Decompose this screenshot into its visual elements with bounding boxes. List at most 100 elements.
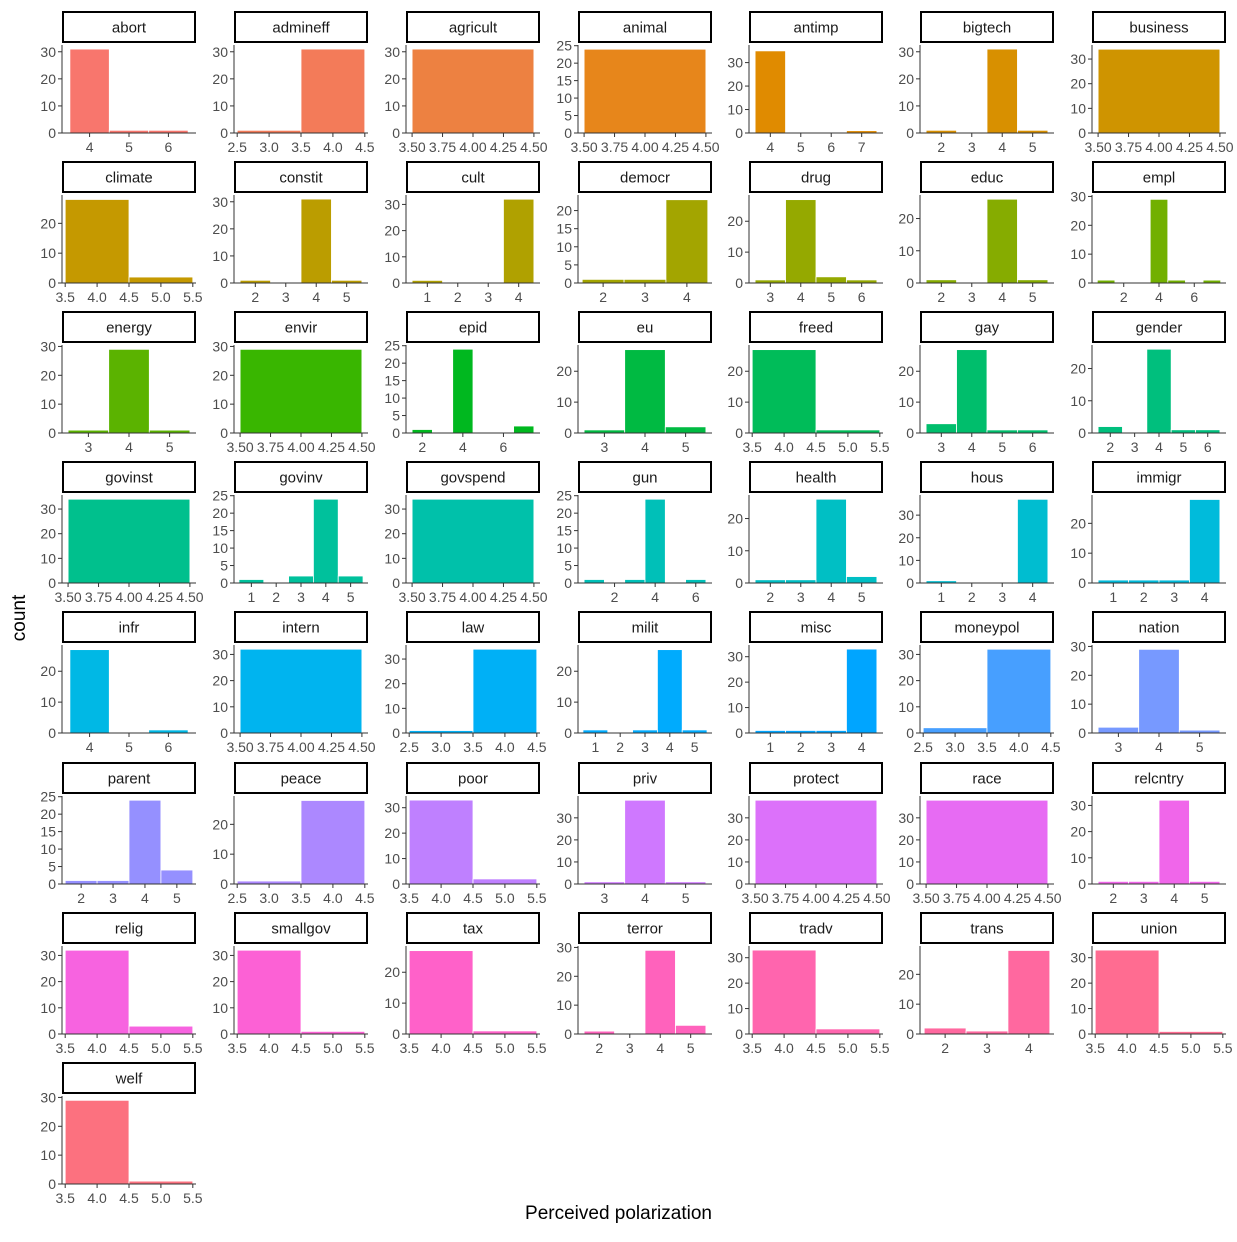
y-tick-label: 10 [898, 552, 914, 568]
facet-panel-eu: eu 0 10 20 3 4 5 [556, 311, 712, 455]
y-tick-label: 0 [48, 876, 56, 892]
y-tick-label: 20 [556, 663, 572, 679]
x-tick-label: 3.5 [742, 1040, 762, 1056]
y-tick-label: 15 [556, 221, 572, 237]
facet-panel-relig: relig01020303.5 4.0 4.5 5.0 5.5 [40, 912, 203, 1056]
x-tick-label: 4.0 [1117, 1040, 1137, 1056]
x-tick-label: 1 [423, 289, 431, 305]
facet-panel-educ: educ 0 10 20 2 3 4 5 [898, 161, 1054, 305]
x-tick-label: 3 [626, 1040, 634, 1056]
x-tick-label: 4 [998, 289, 1006, 305]
y-tick-label: 5 [564, 257, 572, 273]
y-tick-label: 0 [906, 425, 914, 441]
facet-strip-label: relcntry [1134, 771, 1184, 788]
histogram-bar [754, 50, 786, 134]
x-tick-label: 3 [797, 589, 805, 605]
facet-panel-law: law01020302.5 3.0 3.5 4.0 4.5 [384, 611, 547, 755]
x-tick-label: 4.5 [806, 1040, 826, 1056]
y-tick-label: 10 [384, 851, 400, 867]
facet-panel-milit: milit 0 10 20 1 2 3 4 5 [556, 611, 712, 755]
facet-strip-label: energy [106, 320, 152, 337]
x-tick-label: 4 [1155, 289, 1163, 305]
y-tick-label: 25 [40, 789, 56, 805]
y-tick-label: 25 [556, 38, 572, 54]
x-tick-label: 4.0 [1009, 739, 1029, 755]
y-tick-label: 20 [556, 832, 572, 848]
y-tick-label: 20 [40, 1118, 56, 1134]
facet-panel-envir: envir01020303.50 3.75 4.00 4.25 4.50 [212, 311, 376, 455]
y-tick-label: 30 [384, 44, 400, 60]
x-tick-label: 3.50 [398, 139, 425, 155]
y-tick-label: 30 [1070, 51, 1086, 67]
facet-strip-label: parent [108, 771, 151, 788]
y-tick-label: 10 [727, 1001, 743, 1017]
x-tick-label: 5 [347, 589, 355, 605]
y-tick-label: 10 [727, 543, 743, 559]
y-tick-label: 5 [392, 408, 400, 424]
x-tick-label: 3 [937, 439, 945, 455]
facet-strip-label: antimp [793, 20, 838, 37]
histogram-bar [69, 649, 110, 734]
histogram-bar [411, 48, 535, 134]
x-tick-label: 4.5 [119, 289, 139, 305]
x-tick-label: 7 [858, 139, 866, 155]
x-tick-label: 4.50 [1206, 139, 1233, 155]
x-tick-label: 5.5 [355, 1040, 375, 1056]
x-tick-label: 4 [766, 139, 774, 155]
histogram-bar [503, 198, 535, 284]
y-tick-label: 20 [727, 363, 743, 379]
y-tick-label: 20 [1070, 824, 1086, 840]
y-tick-label: 0 [1078, 725, 1086, 741]
x-tick-label: 4.5 [1041, 739, 1061, 755]
y-tick-label: 0 [906, 275, 914, 291]
histogram-bar [1149, 198, 1169, 284]
y-tick-label: 0 [735, 125, 743, 141]
x-tick-label: 4.50 [520, 139, 547, 155]
histogram-bar [411, 498, 535, 584]
facet-strip-label: business [1129, 20, 1188, 37]
y-tick-label: 20 [898, 673, 914, 689]
y-tick-label: 10 [212, 846, 228, 862]
x-tick-label: 4.5 [806, 439, 826, 455]
facet-panel-parent: parent05101520252 3 4 5 [40, 762, 196, 906]
x-tick-label: 4.0 [323, 890, 343, 906]
facet-strip-label: nation [1139, 620, 1180, 637]
y-tick-label: 10 [898, 854, 914, 870]
x-tick-label: 4.25 [1004, 890, 1031, 906]
x-tick-label: 4 [141, 890, 149, 906]
histogram-bar [956, 349, 988, 434]
facet-strip-label: protect [793, 771, 840, 788]
x-tick-label: 3 [983, 1040, 991, 1056]
facet-panel-animal: animal05101520253.50 3.75 4.00 4.25 4.50 [556, 11, 720, 155]
x-tick-label: 6 [165, 739, 173, 755]
x-tick-label: 4.00 [115, 589, 142, 605]
x-tick-label: 3.5 [399, 1040, 419, 1056]
x-tick-label: 4.00 [802, 890, 829, 906]
x-tick-label: 3 [766, 289, 774, 305]
y-tick-label: 0 [564, 425, 572, 441]
x-tick-label: 4.0 [495, 739, 515, 755]
x-tick-label: 4.0 [87, 1040, 107, 1056]
x-tick-label: 6 [692, 589, 700, 605]
y-tick-label: 30 [1070, 638, 1086, 654]
facet-panel-abort: abort 0 10 20 30 4 5 6 [40, 11, 196, 155]
histogram-bar [238, 579, 265, 584]
y-tick-label: 10 [40, 1000, 56, 1016]
x-tick-label: 4 [86, 139, 94, 155]
histogram-bar [472, 648, 538, 734]
facet-panel-gay: gay 0 10 20 3 4 5 6 [898, 311, 1054, 455]
x-tick-label: 2 [251, 289, 259, 305]
facet-strip-label: tradv [799, 921, 833, 938]
x-tick-label: 4.0 [774, 439, 794, 455]
facet-strip-label: smallgov [271, 921, 331, 938]
histogram-bar [128, 799, 162, 885]
x-tick-label: 3.5 [227, 1040, 247, 1056]
y-tick-label: 30 [384, 501, 400, 517]
x-tick-label: 4 [998, 139, 1006, 155]
y-tick-label: 25 [212, 488, 228, 504]
x-tick-label: 3.75 [943, 890, 970, 906]
y-tick-label: 20 [898, 966, 914, 982]
x-tick-label: 4.5 [463, 1040, 483, 1056]
histogram-bar [411, 429, 433, 434]
facet-panel-govinst: govinst01020303.50 3.75 4.00 4.25 4.50 [40, 461, 204, 605]
